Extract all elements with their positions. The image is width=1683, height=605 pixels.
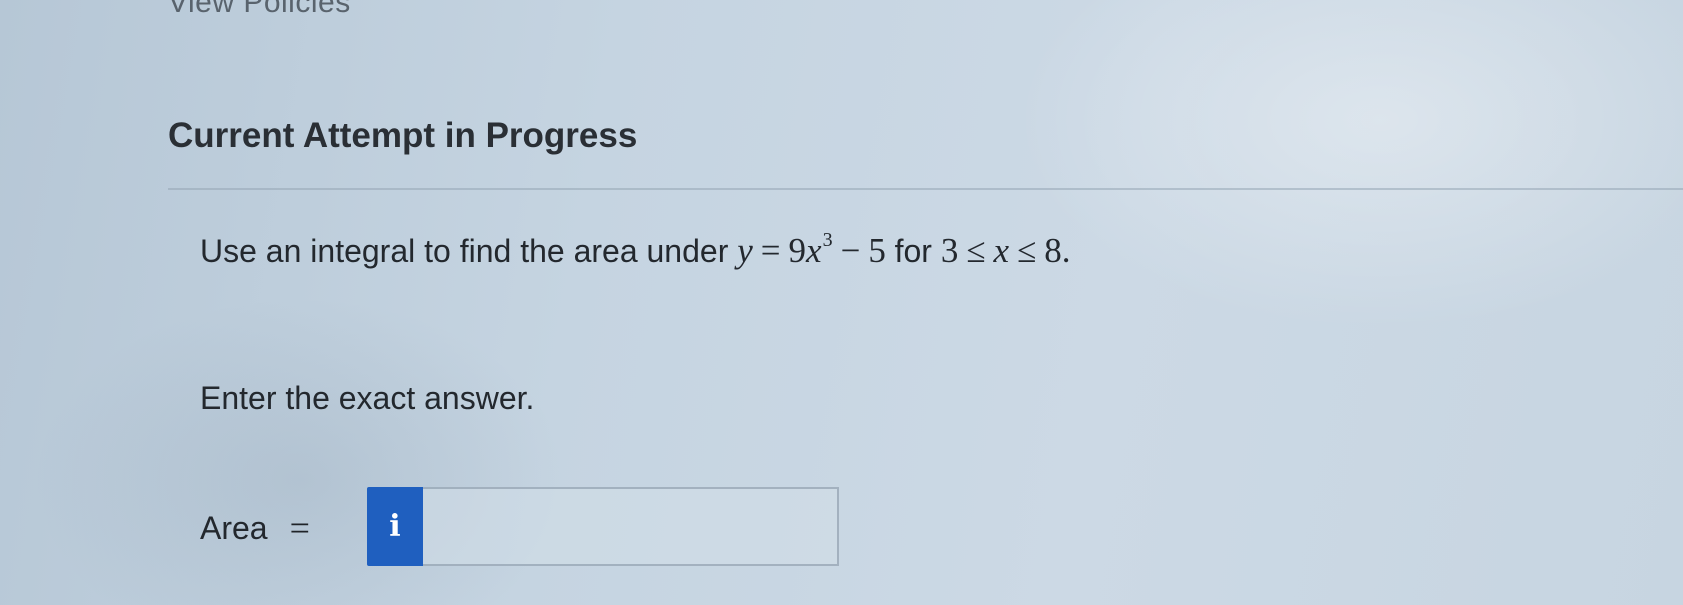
upper-bound: 8 <box>1044 231 1062 270</box>
constant: 5 <box>868 231 886 270</box>
x-variable: x <box>806 231 822 270</box>
equation: y = 9x3−5 <box>737 229 894 270</box>
attempt-title: Current Attempt in Progress <box>168 116 638 155</box>
period: . <box>1061 231 1071 270</box>
answer-equals: = <box>289 508 310 548</box>
leq-sign-2: ≤ <box>1017 231 1037 270</box>
answer-label: Area <box>200 509 268 546</box>
minus-sign: − <box>840 231 861 270</box>
bounds: 3 ≤ x ≤8. <box>941 231 1071 270</box>
exponent: 3 <box>822 229 833 251</box>
y-variable: y <box>737 231 753 270</box>
section-divider <box>168 188 1683 190</box>
x-variable-bound: x <box>993 231 1010 270</box>
answer-field-group: i <box>367 487 839 566</box>
equals-sign: = <box>760 231 781 270</box>
info-icon[interactable]: i <box>367 487 423 566</box>
question-text: Use an integral to find the area under y… <box>200 229 1071 271</box>
answer-row: Area = <box>200 488 310 568</box>
info-glyph: i <box>389 508 401 544</box>
coefficient: 9 <box>788 231 807 270</box>
view-policies-link[interactable]: View Policies <box>168 0 351 20</box>
for-word: for <box>894 233 932 269</box>
area-input[interactable] <box>423 487 839 566</box>
instruction-text: Enter the exact answer. <box>200 380 535 416</box>
leq-sign: ≤ <box>966 231 986 270</box>
lower-bound: 3 <box>940 231 959 270</box>
question-prefix: Use an integral to find the area under <box>200 233 729 269</box>
